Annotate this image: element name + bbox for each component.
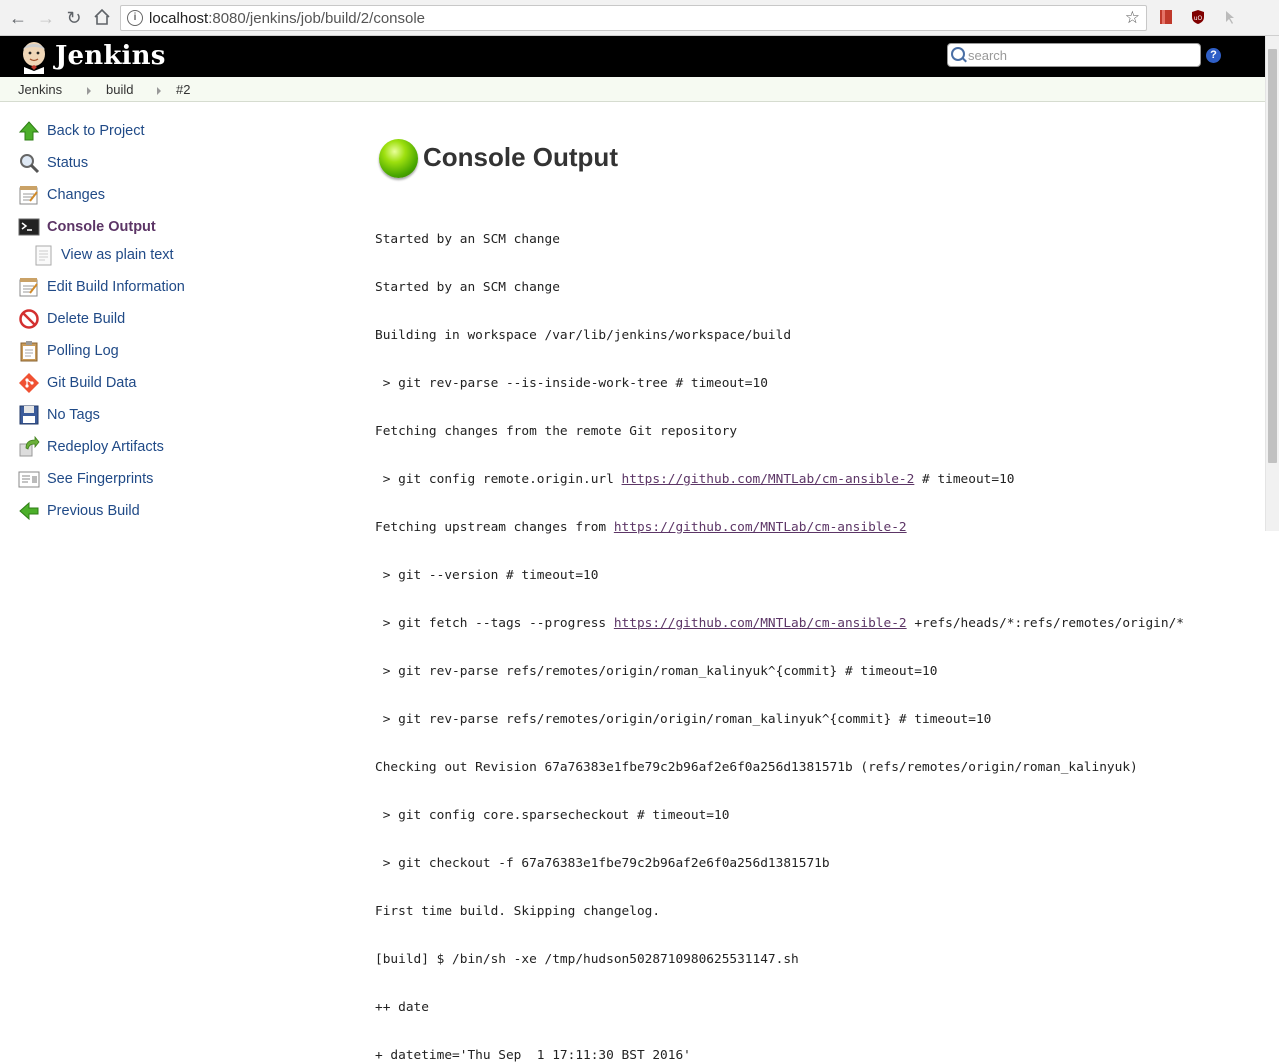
console-line: Fetching changes from the remote Git rep…	[375, 424, 738, 439]
console-line: > git checkout -f 67a76383e1fbe79c2b96af…	[375, 856, 830, 871]
console-line: Started by an SCM change	[375, 280, 560, 295]
sidebar-item-label: Edit Build Information	[47, 279, 185, 295]
console-line: Started by an SCM change	[375, 232, 560, 247]
repo-link[interactable]: https://github.com/MNTLab/cm-ansible-2	[614, 520, 907, 535]
sidebar-item-label: Redeploy Artifacts	[47, 439, 164, 455]
notepad-icon	[18, 276, 40, 298]
sidebar-item-label: Polling Log	[47, 343, 119, 359]
console-line: > git config core.sparsecheckout # timeo…	[375, 808, 730, 823]
sidebar-item-label: Delete Build	[47, 311, 126, 327]
sidebar-item-label: Console Output	[47, 219, 156, 235]
fingerprint-icon	[18, 468, 40, 490]
sidebar-item-label: No Tags	[47, 407, 100, 423]
terminal-icon	[18, 216, 40, 238]
sidebar-item-label: View as plain text	[61, 247, 174, 263]
console-text: # timeout=10	[914, 472, 1015, 487]
console-line: ++ date	[375, 1000, 429, 1015]
console-line: > git --version # timeout=10	[375, 568, 599, 583]
search-icon	[951, 47, 965, 61]
page-scrollbar[interactable]	[1265, 36, 1279, 531]
console-line: > git fetch --tags --progress https://gi…	[375, 615, 1184, 633]
clipboard-icon	[18, 340, 40, 362]
console-text: Fetching upstream changes from	[375, 520, 614, 535]
build-status-ball-icon	[379, 139, 418, 178]
jenkins-header: Jenkins ?	[0, 36, 1265, 77]
bookmark-star-icon[interactable]: ☆	[1125, 8, 1140, 28]
notepad-icon	[18, 184, 40, 206]
console-line: > git rev-parse refs/remotes/origin/orig…	[375, 712, 992, 727]
sidebar-item-label: See Fingerprints	[47, 471, 154, 487]
redeploy-icon	[18, 435, 40, 458]
info-icon[interactable]: i	[127, 10, 143, 26]
page-title: Console Output	[423, 142, 618, 172]
console-line: Checking out Revision 67a76383e1fbe79c2b…	[375, 760, 1138, 775]
left-arrow-icon	[18, 500, 40, 522]
jenkins-logo-text[interactable]: Jenkins	[55, 41, 166, 71]
breadcrumb: Jenkins build #2	[0, 77, 1265, 102]
console-text: > git config remote.origin.url	[375, 472, 622, 487]
document-icon	[33, 244, 55, 266]
console-line: [build] $ /bin/sh -xe /tmp/hudson5028710…	[375, 952, 799, 967]
console-line: First time build. Skipping changelog.	[375, 904, 661, 919]
forward-icon[interactable]: →	[36, 8, 56, 28]
repo-link[interactable]: https://github.com/MNTLab/cm-ansible-2	[622, 472, 915, 487]
up-arrow-icon	[18, 120, 40, 142]
browser-toolbar: ← → ↻ i localhost:8080/jenkins/job/build…	[0, 0, 1279, 36]
url-host: localhost	[149, 10, 209, 27]
search-input[interactable]	[968, 46, 1193, 64]
console-line: + datetime='Thu Sep 1 17:11:30 BST 2016'	[375, 1048, 691, 1062]
save-disk-icon	[18, 404, 40, 426]
sidebar-item-label: Changes	[47, 187, 106, 203]
console-text: > git fetch --tags --progress	[375, 616, 614, 631]
sidebar-item-label: Git Build Data	[47, 375, 137, 391]
back-icon[interactable]: ←	[8, 8, 28, 28]
magnifier-icon	[18, 152, 40, 174]
breadcrumb-build[interactable]: build	[106, 82, 133, 97]
console-line: > git config remote.origin.url https://g…	[375, 471, 1184, 489]
console-text: +refs/heads/*:refs/remotes/origin/*	[906, 616, 1184, 631]
git-icon	[18, 372, 40, 394]
scrollbar-thumb[interactable]	[1268, 49, 1277, 463]
breadcrumb-arrow-icon[interactable]	[157, 87, 161, 95]
jenkins-butler-icon[interactable]	[18, 40, 50, 74]
sidebar-item-label: Status	[47, 155, 89, 171]
url-path: :8080/jenkins/job/build/2/console	[208, 10, 426, 27]
console-line: Fetching upstream changes from https://g…	[375, 519, 1184, 537]
repo-link[interactable]: https://github.com/MNTLab/cm-ansible-2	[614, 616, 907, 631]
sidebar-item-label: Previous Build	[47, 503, 140, 519]
home-icon[interactable]	[92, 8, 112, 28]
console-output: Started by an SCM change Started by an S…	[375, 201, 1184, 1062]
console-line: > git rev-parse refs/remotes/origin/roma…	[375, 664, 938, 679]
help-icon[interactable]: ?	[1206, 48, 1221, 63]
breadcrumb-build-number[interactable]: #2	[176, 82, 190, 97]
breadcrumb-jenkins[interactable]: Jenkins	[18, 82, 62, 97]
console-line: Building in workspace /var/lib/jenkins/w…	[375, 328, 792, 343]
search-box[interactable]	[947, 43, 1201, 67]
ublock-icon[interactable]: uO	[1190, 9, 1206, 25]
svg-text:uO: uO	[1194, 15, 1203, 22]
reload-icon[interactable]: ↻	[64, 8, 84, 28]
sidebar-item-label: Back to Project	[47, 123, 145, 139]
url-text[interactable]: localhost:8080/jenkins/job/build/2/conso…	[149, 10, 425, 27]
no-entry-icon	[18, 308, 40, 330]
breadcrumb-arrow-icon[interactable]	[87, 87, 91, 95]
console-line: > git rev-parse --is-inside-work-tree # …	[375, 376, 768, 391]
cursor-extension-icon[interactable]	[1222, 9, 1238, 25]
bookmark-extension-icon[interactable]	[1158, 9, 1174, 25]
address-bar[interactable]: i localhost:8080/jenkins/job/build/2/con…	[120, 5, 1147, 31]
